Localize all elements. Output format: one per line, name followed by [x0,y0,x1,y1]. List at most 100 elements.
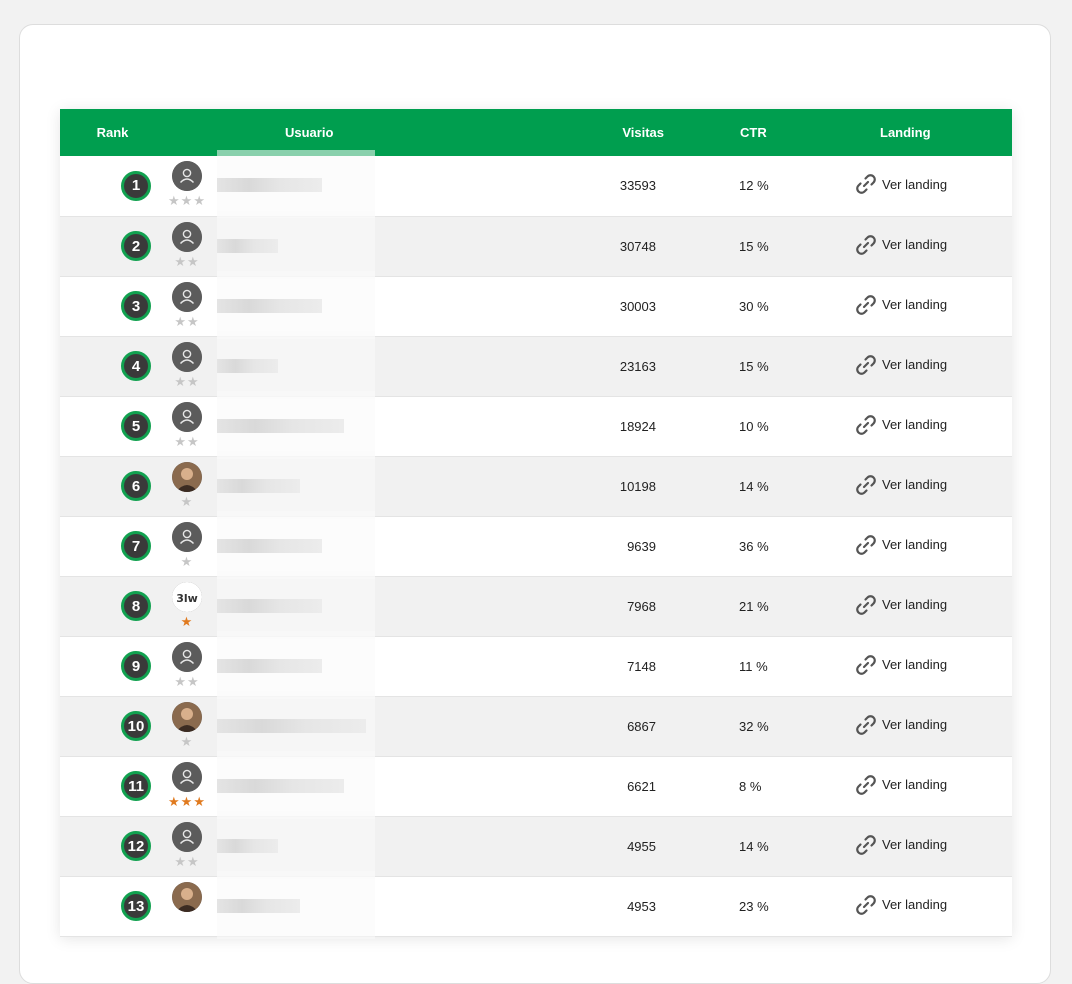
visits-cell: 7148 [627,658,656,674]
view-landing-link[interactable]: Ver landing [854,533,947,557]
visits-cell: 7968 [627,598,656,614]
user-avatar-group: ★★★ [165,761,209,809]
user-avatar-group: 3lw ★ [165,581,209,629]
photo-avatar[interactable] [172,461,202,492]
user-placeholder-icon[interactable] [172,341,202,372]
header-visits[interactable]: Visitas [570,109,704,156]
link-icon [854,713,878,737]
rank-badge: 13 [121,891,151,921]
rating-stars: ★★ [165,674,209,689]
header-rank[interactable]: Rank [60,109,165,156]
rank-cell: 3 [60,276,165,336]
redacted-username [217,658,322,673]
landing-cell: Ver landing [797,696,1012,756]
rank-badge: 5 [121,411,151,441]
rank-badge: 2 [121,231,151,261]
user-placeholder-icon[interactable] [172,281,202,312]
landing-cell: Ver landing [797,276,1012,336]
user-placeholder-icon[interactable] [172,641,202,672]
view-landing-label: Ver landing [882,777,948,792]
link-icon [854,533,878,557]
link-icon [854,233,878,257]
landing-cell: Ver landing [797,876,1012,936]
photo-avatar[interactable] [172,701,202,732]
link-icon [854,833,878,857]
rank-cell: 1 [60,156,165,216]
header-ctr[interactable]: CTR [704,109,797,156]
user-placeholder-icon[interactable] [172,401,202,432]
user-cell: ★★ [165,330,570,399]
rank-cell: 13 [60,876,165,936]
view-landing-link[interactable]: Ver landing [854,473,947,497]
user-cell: ★★ [165,210,570,279]
view-landing-link[interactable]: Ver landing [854,233,947,257]
ctr-cell: 11 % [739,658,768,674]
rating-stars: ★★★ [165,194,209,208]
landing-cell: Ver landing [797,516,1012,576]
landing-cell: Ver landing [797,756,1012,816]
view-landing-link[interactable]: Ver landing [854,713,947,737]
ranking-table: Rank Usuario Visitas CTR Landing 1 ★★★ 335… [60,109,1012,939]
rating-stars: ★★ [165,374,209,389]
redacted-username [217,478,300,493]
redacted-username [217,718,366,733]
redacted-username [217,178,322,192]
table-row: 9 ★★ 7148 11 % Ver landing [60,630,1012,699]
user-placeholder-icon[interactable] [172,161,202,191]
view-landing-link[interactable]: Ver landing [854,413,947,437]
view-landing-label: Ver landing [882,357,948,372]
rating-star-icon: ★ [180,733,194,749]
link-icon [854,353,878,377]
visits-cell: 4953 [627,898,656,914]
user-cell: ★★ [165,390,570,459]
redacted-username [217,358,278,373]
redacted-username [217,298,322,313]
table-row: 8 3lw ★ 7968 21 % Ver landing [60,570,1012,639]
view-landing-label: Ver landing [882,717,948,732]
rating-star-icon: ★ [187,253,200,269]
rank-cell: 12 [60,816,165,876]
rank-badge: 7 [121,531,151,561]
table-row: 3 ★★ 30003 30 % Ver landing [60,270,1012,339]
rank-cell: 5 [60,396,165,456]
user-placeholder-icon[interactable] [172,521,202,552]
view-landing-link[interactable]: Ver landing [854,593,947,617]
user-placeholder-icon[interactable] [172,821,202,852]
rating-star-icon: ★ [193,193,206,208]
user-avatar-group: ★ [165,521,209,569]
view-landing-link[interactable]: Ver landing [854,833,947,857]
view-landing-link[interactable]: Ver landing [854,773,947,797]
rating-star-icon: ★ [180,193,194,208]
user-cell: 3lw ★ [165,570,570,639]
user-placeholder-icon[interactable] [172,221,202,252]
rating-star-icon: ★ [187,313,200,329]
user-cell: ★ [165,510,570,579]
user-cell: ★★ [165,270,570,339]
view-landing-link[interactable]: Ver landing [854,353,947,377]
header-user[interactable]: Usuario [165,109,570,156]
view-landing-link[interactable]: Ver landing [854,653,947,677]
photo-avatar[interactable] [172,881,202,912]
rank-cell: 2 [60,216,165,276]
landing-cell: Ver landing [797,636,1012,696]
rank-cell: 4 [60,336,165,396]
user-placeholder-icon[interactable] [172,761,202,792]
view-landing-label: Ver landing [882,597,948,612]
link-icon [854,293,878,317]
ranking-table-container: Rank Usuario Visitas CTR Landing 1 ★★★ 335… [60,109,1012,939]
logo-avatar[interactable]: 3lw [172,581,202,612]
ctr-cell: 15 % [739,238,769,254]
rating-star-icon: ★ [193,793,206,809]
view-landing-link[interactable]: Ver landing [854,293,947,317]
rank-badge: 3 [121,291,151,321]
ctr-cell: 23 % [739,898,769,914]
header-landing[interactable]: Landing [797,109,1012,156]
view-landing-link[interactable]: Ver landing [854,893,947,917]
rating-stars: ★★ [165,253,209,269]
table-row: 5 ★★ 18924 10 % Ver landing [60,390,1012,459]
redacted-username [217,838,278,853]
rating-star-icon: ★ [168,193,181,208]
ctr-cell: 8 % [739,778,762,794]
view-landing-link[interactable]: Ver landing [854,172,947,196]
user-avatar-group: ★★★ [165,161,209,208]
